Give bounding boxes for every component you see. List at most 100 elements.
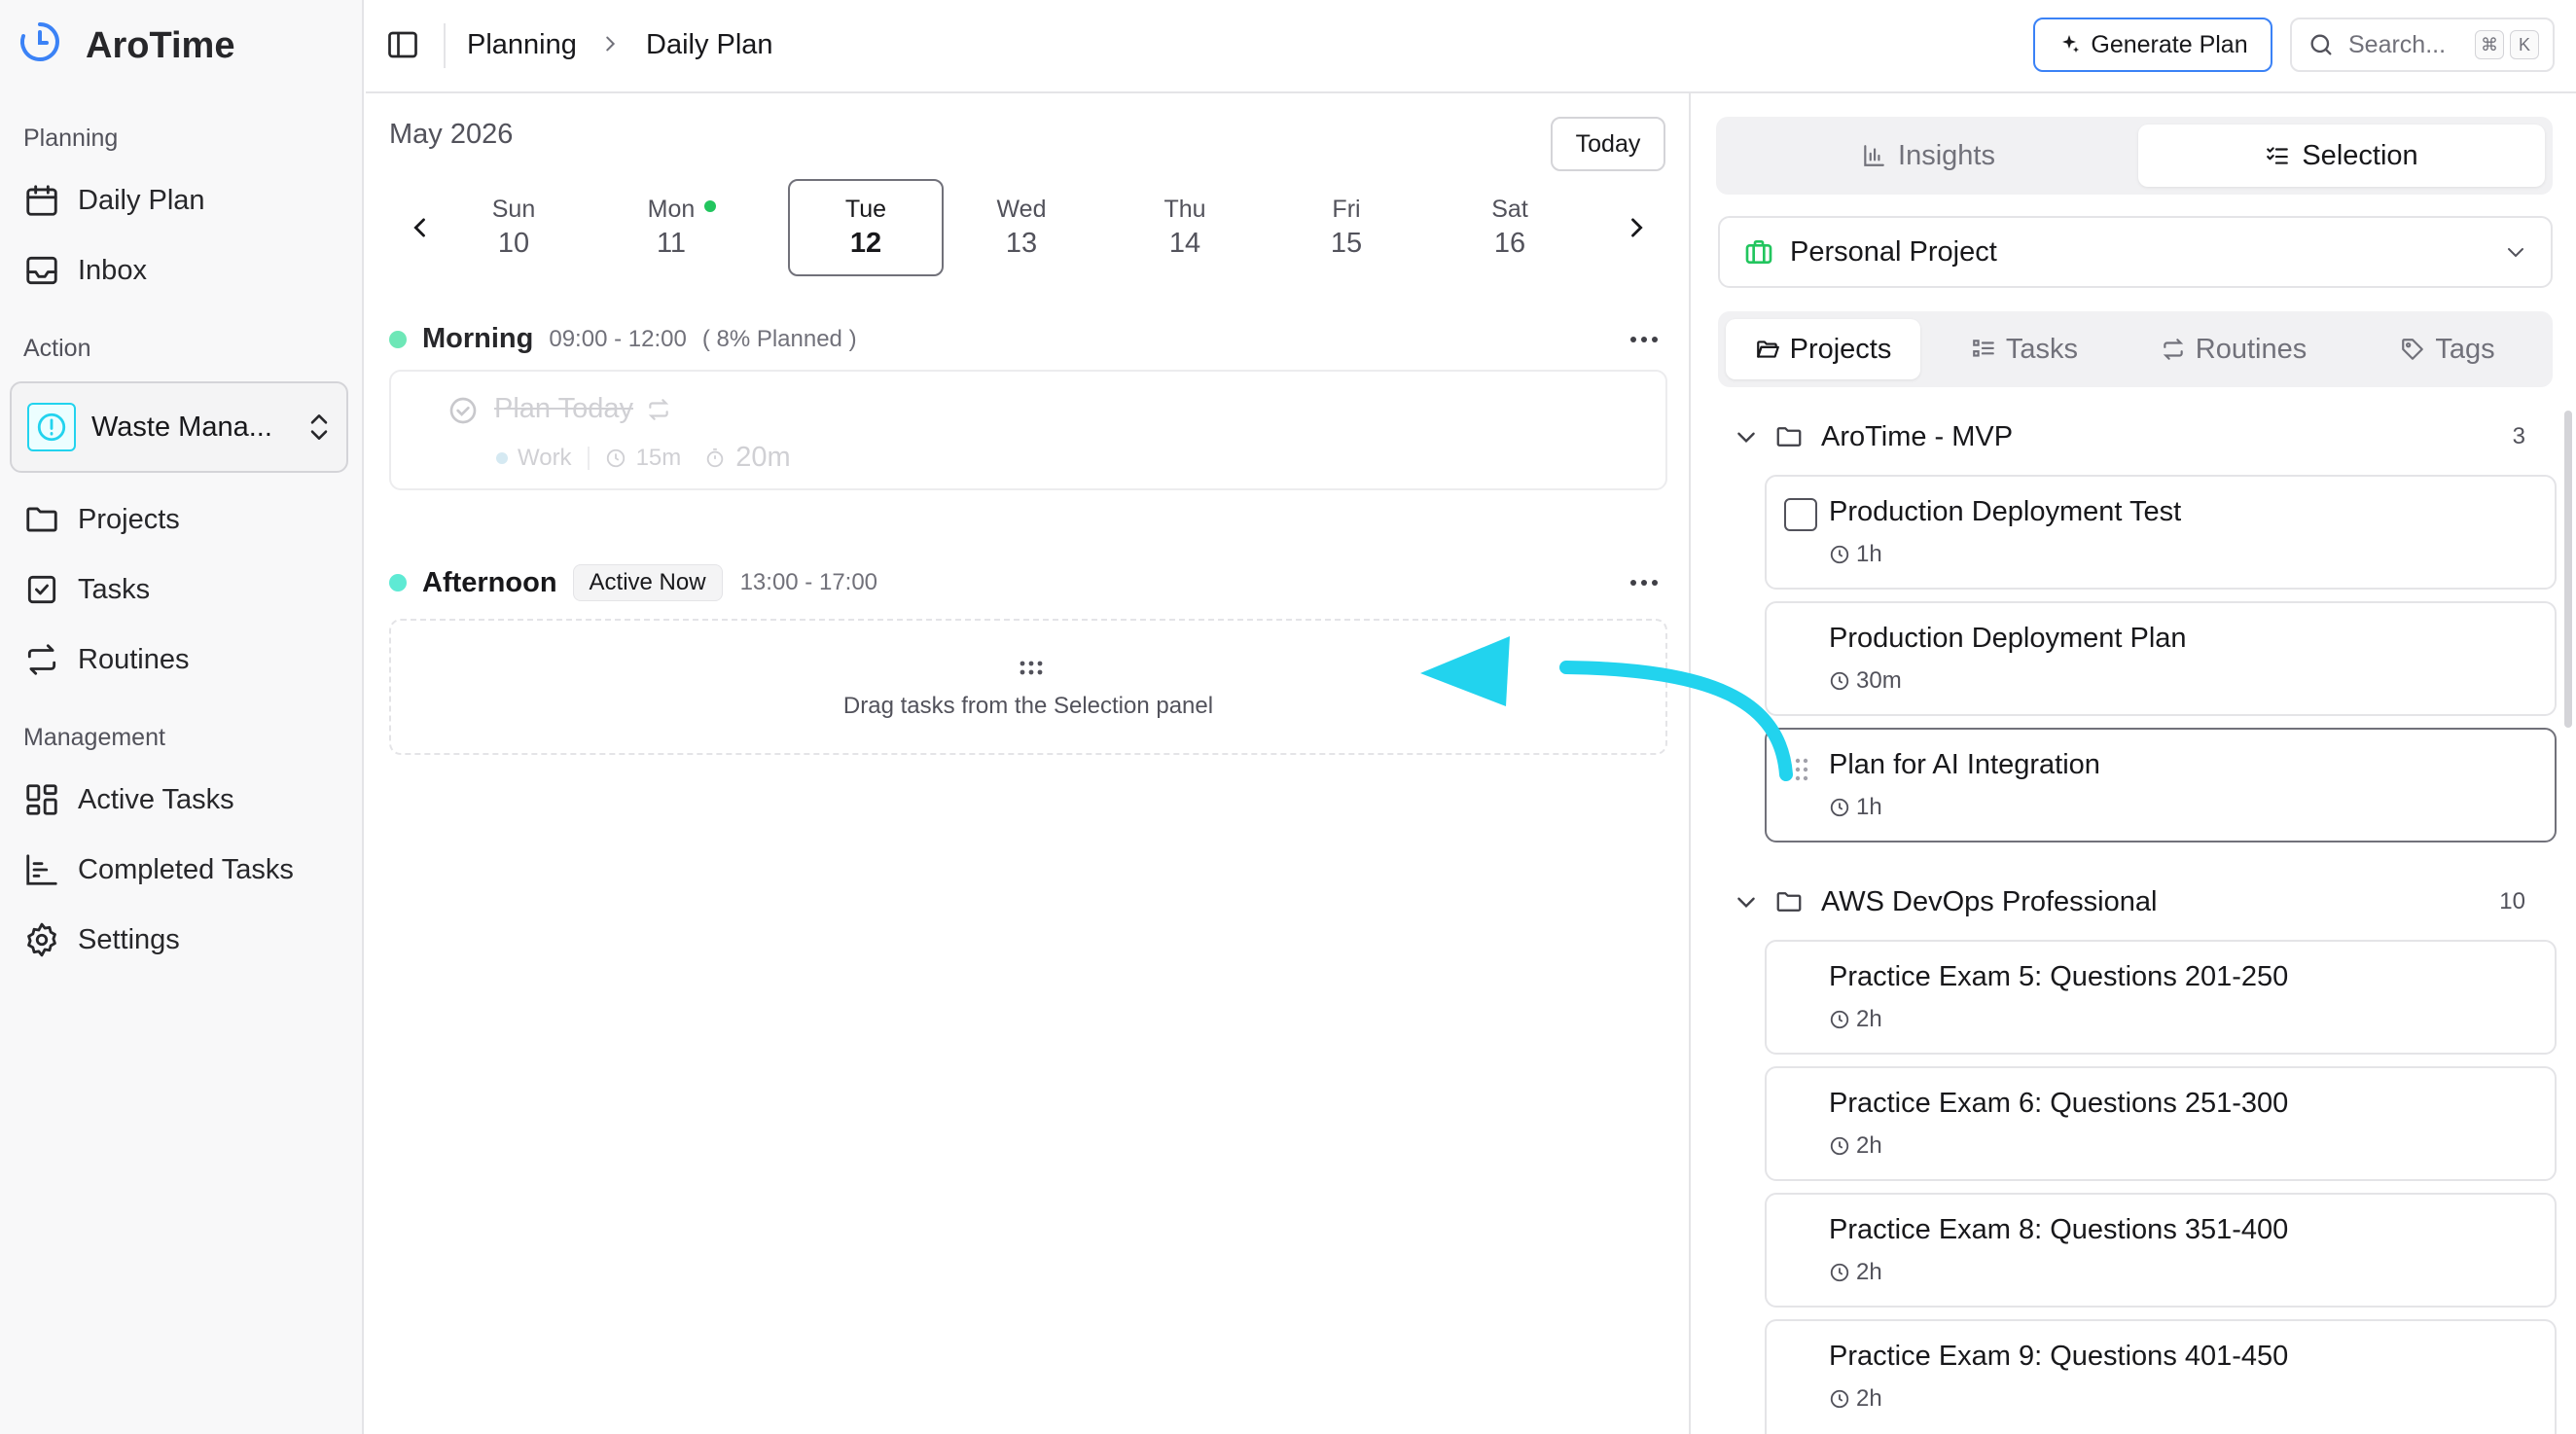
- chevron-down-icon: [1734, 424, 1759, 449]
- tab-projects[interactable]: Projects: [1726, 319, 1920, 379]
- clock-icon: [1829, 1262, 1850, 1283]
- day-date: 11: [656, 228, 687, 259]
- duration-value: 2h: [1856, 1132, 1882, 1159]
- tab-label: Tags: [2435, 333, 2495, 365]
- today-button[interactable]: Today: [1551, 117, 1665, 171]
- sidebar-item-completed-tasks[interactable]: Completed Tasks: [12, 839, 352, 901]
- clock-icon: [1829, 670, 1850, 692]
- project-group-name: AWS DevOps Professional: [1821, 885, 2158, 917]
- day-fri[interactable]: Fri 15: [1269, 179, 1424, 276]
- task-duration: 2h: [1829, 1132, 1882, 1160]
- prev-week-button[interactable]: [401, 208, 440, 247]
- clock-icon: [1829, 544, 1850, 565]
- sparkles-icon: [2057, 33, 2081, 56]
- task-card-dragging[interactable]: Plan for AI Integration 1h: [1765, 728, 2557, 842]
- sidebar-item-daily-plan[interactable]: Daily Plan: [12, 169, 352, 232]
- chevron-right-icon: [599, 33, 621, 54]
- day-sun[interactable]: Sun 10: [436, 179, 591, 276]
- estimate: 15m: [635, 444, 682, 471]
- tab-tasks[interactable]: Tasks: [1932, 319, 2117, 379]
- next-week-button[interactable]: [1617, 208, 1656, 247]
- app-name: AroTime: [86, 25, 235, 66]
- task-card[interactable]: Practice Exam 9: Questions 401-450 2h: [1765, 1319, 2557, 1434]
- sidebar-item-routines[interactable]: Routines: [12, 628, 352, 691]
- sidebar-item-inbox[interactable]: Inbox: [12, 239, 352, 302]
- clock-icon: [1829, 1388, 1850, 1410]
- project-group-header[interactable]: AroTime - MVP 3: [1734, 412, 2525, 461]
- segment-label: Insights: [1898, 139, 1995, 171]
- scrollbar[interactable]: [2564, 411, 2572, 728]
- check-circle-icon[interactable]: [447, 395, 479, 426]
- day-mon[interactable]: Mon 11: [593, 179, 749, 276]
- tab-tags[interactable]: Tags: [2350, 319, 2545, 379]
- task-card[interactable]: Practice Exam 8: Questions 351-400 2h: [1765, 1193, 2557, 1308]
- day-thu[interactable]: Thu 14: [1107, 179, 1263, 276]
- segment-label: Selection: [2302, 139, 2418, 171]
- project-select[interactable]: Personal Project: [1718, 216, 2553, 288]
- list-checks-icon: [2265, 143, 2290, 168]
- chevrons-up-down-icon: [305, 411, 333, 444]
- task-card[interactable]: Practice Exam 5: Questions 201-250 2h: [1765, 940, 2557, 1055]
- tab-routines[interactable]: Routines: [2127, 319, 2341, 379]
- sidebar-item-label: Completed Tasks: [78, 853, 294, 885]
- action-select-label: Waste Mana...: [91, 411, 272, 443]
- search-icon: [2308, 31, 2335, 58]
- sidebar-item-label: Settings: [78, 923, 180, 955]
- drag-arrow-icon: [1420, 623, 1809, 788]
- clock-icon: [605, 448, 626, 469]
- day-date: 12: [849, 228, 882, 259]
- duration-value: 30m: [1856, 667, 1902, 694]
- selection-panel: Insights Selection Personal Project Proj…: [1693, 93, 2576, 1434]
- sidebar-item-tasks[interactable]: Tasks: [12, 558, 352, 621]
- morning-task-card[interactable]: Plan Today Work 15m 20m: [389, 370, 1667, 490]
- sidebar-toggle-icon[interactable]: [385, 27, 420, 62]
- sidebar-item-label: Projects: [78, 503, 180, 535]
- task-card[interactable]: Production Deployment Plan 30m: [1765, 601, 2557, 716]
- actual: 20m: [735, 442, 791, 473]
- day-tue[interactable]: Tue 12: [788, 179, 944, 276]
- morning-task-meta: Work 15m 20m: [496, 442, 791, 474]
- bar-chart-icon: [1861, 143, 1886, 168]
- task-duration: 2h: [1829, 1259, 1882, 1286]
- briefcase-icon: [1743, 236, 1774, 268]
- generate-plan-button[interactable]: Generate Plan: [2033, 18, 2272, 72]
- afternoon-more-button[interactable]: [1625, 568, 1664, 597]
- top-bar: Planning Daily Plan Generate Plan Search…: [366, 0, 2576, 93]
- breadcrumb-planning[interactable]: Planning: [467, 25, 577, 64]
- duration-value: 2h: [1856, 1385, 1882, 1412]
- sidebar-item-projects[interactable]: Projects: [12, 488, 352, 551]
- list-icon: [1971, 337, 1996, 362]
- breadcrumb-daily-plan: Daily Plan: [646, 29, 773, 60]
- search-input[interactable]: Search... ⌘ K: [2290, 18, 2555, 72]
- repeat-icon: [2161, 337, 2186, 362]
- tag-icon: [2400, 337, 2425, 362]
- has-plan-dot: [704, 200, 716, 212]
- task-card[interactable]: Production Deployment Test 1h: [1765, 475, 2557, 590]
- segment-insights[interactable]: Insights: [1724, 125, 2132, 187]
- sidebar-item-settings[interactable]: Settings: [12, 909, 352, 971]
- project-group-count: 3: [2512, 423, 2525, 449]
- day-name: Sun: [491, 196, 536, 223]
- project-select-label: Personal Project: [1790, 235, 1997, 268]
- project-group-header[interactable]: AWS DevOps Professional 10: [1734, 878, 2525, 926]
- task-duration: 2h: [1829, 1006, 1882, 1033]
- group-label-planning: Planning: [23, 125, 119, 152]
- day-wed[interactable]: Wed 13: [944, 179, 1099, 276]
- task-card[interactable]: Practice Exam 6: Questions 251-300 2h: [1765, 1066, 2557, 1181]
- tag-dot: [496, 451, 508, 464]
- clock-icon: [1829, 797, 1850, 818]
- morning-header: Morning 09:00 - 12:00 ( 8% Planned ): [389, 323, 857, 355]
- morning-more-button[interactable]: [1625, 325, 1664, 354]
- generate-plan-label: Generate Plan: [2091, 30, 2248, 58]
- repeat-icon: [21, 639, 62, 680]
- afternoon-title: Afternoon: [422, 566, 557, 598]
- chevron-down-icon: [1734, 889, 1759, 914]
- sidebar-item-active-tasks[interactable]: Active Tasks: [12, 769, 352, 831]
- task-checkbox[interactable]: [1784, 498, 1817, 531]
- sidebar-item-label: Tasks: [78, 573, 151, 605]
- month-label: May 2026: [389, 119, 514, 150]
- action-select[interactable]: Waste Mana...: [10, 381, 348, 473]
- segment-selection[interactable]: Selection: [2138, 125, 2545, 187]
- checkbox-icon: [21, 569, 62, 610]
- day-sat[interactable]: Sat 16: [1432, 179, 1588, 276]
